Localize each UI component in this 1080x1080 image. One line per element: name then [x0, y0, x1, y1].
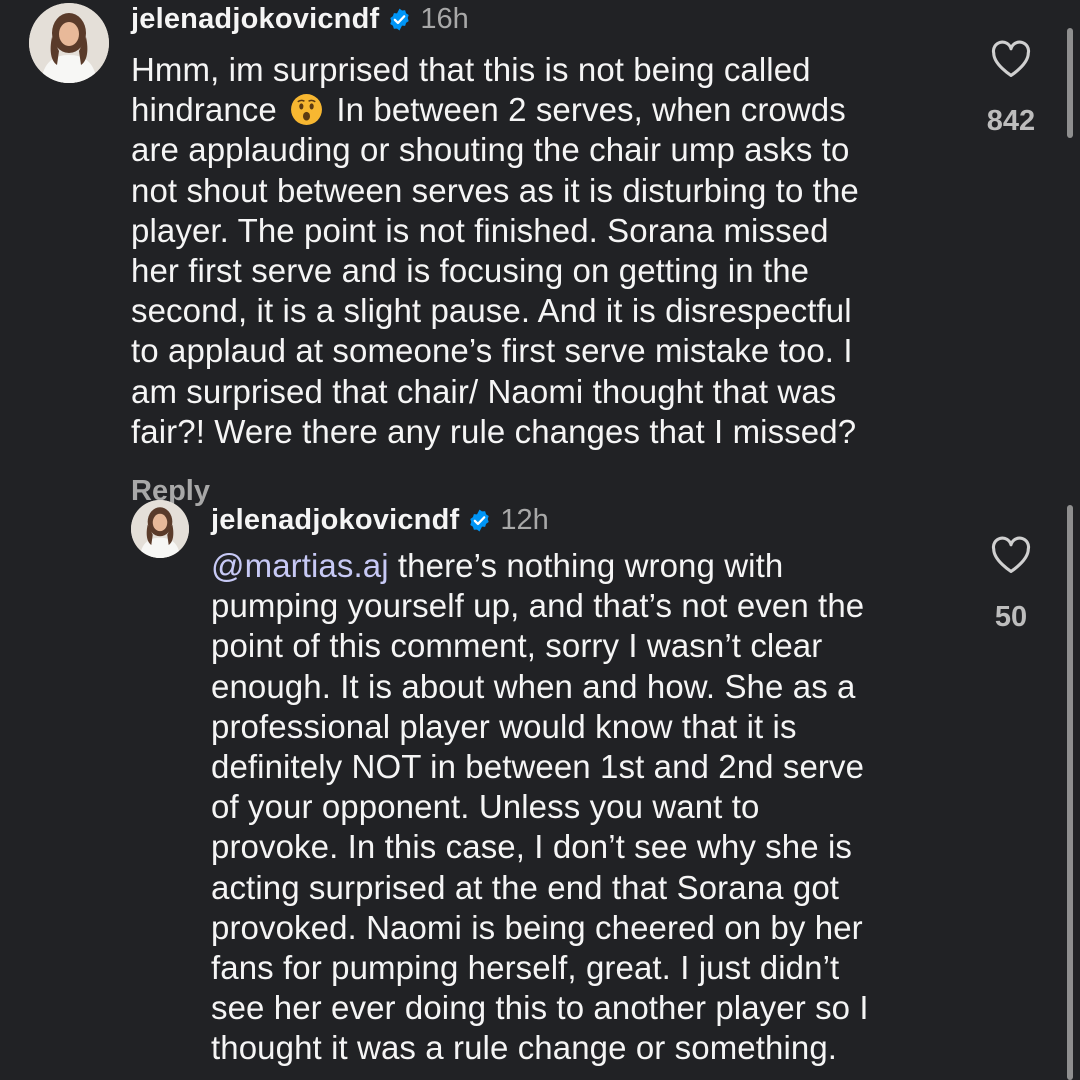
- reply-text-body: there’s nothing wrong with pumping yours…: [211, 547, 869, 1067]
- verified-badge-icon: [467, 508, 492, 533]
- hushed-face-emoji: [290, 93, 323, 126]
- avatar-photo: [29, 3, 109, 83]
- reply-header: jelenadjokovicndf 12h: [211, 506, 549, 535]
- verified-badge-icon: [387, 7, 412, 32]
- heart-outline-icon[interactable]: [990, 40, 1032, 83]
- like-count: 842: [986, 105, 1036, 137]
- scrollbar[interactable]: [1067, 28, 1073, 138]
- heart-outline-icon[interactable]: [990, 536, 1032, 579]
- scrollbar[interactable]: [1067, 505, 1073, 1080]
- comment-header: jelenadjokovicndf 16h: [131, 5, 469, 34]
- timestamp: 12h: [500, 504, 549, 536]
- reply-like: 50: [978, 536, 1044, 634]
- username[interactable]: jelenadjokovicndf: [131, 5, 379, 34]
- like-count: 50: [994, 601, 1028, 633]
- reply-avatar[interactable]: [131, 500, 189, 558]
- mention-link[interactable]: @martias.aj: [211, 547, 389, 584]
- avatar[interactable]: [29, 3, 109, 83]
- comment-like: 842: [978, 40, 1044, 138]
- avatar-photo: [131, 500, 189, 558]
- comment-text: Hmm, im surprised that this is not being…: [131, 50, 961, 452]
- comment-text-part-2: In between 2 serves, when crowds are app…: [131, 91, 859, 450]
- username[interactable]: jelenadjokovicndf: [211, 506, 459, 535]
- reply-text: @martias.aj there’s nothing wrong with p…: [211, 546, 971, 1069]
- timestamp: 16h: [420, 3, 469, 35]
